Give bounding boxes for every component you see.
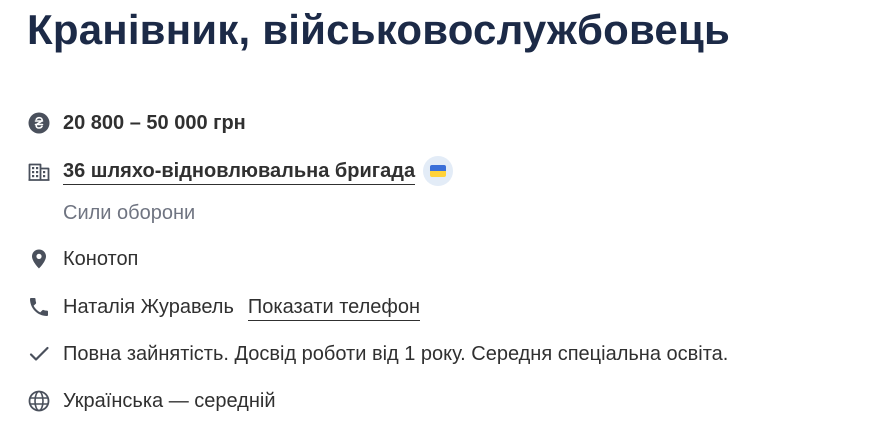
company-link[interactable]: 36 шляхо-відновлювальна бригада — [63, 158, 416, 185]
requirements-row: Повна зайнятість. Досвід роботи від 1 ро… — [27, 339, 728, 369]
language-row: Українська — середній — [27, 386, 276, 416]
verified-badge — [423, 156, 454, 186]
page-title: Кранівник, військовослужбовець — [27, 6, 731, 53]
contact-name: Наталія Журавель — [63, 296, 234, 318]
location-text: Конотоп — [63, 248, 139, 270]
contact-row: Наталія Журавель Показати телефон — [27, 292, 421, 322]
ukraine-flag-icon — [430, 165, 447, 177]
building-icon — [27, 159, 51, 183]
location-row: Конотоп — [27, 244, 138, 274]
show-phone-link[interactable]: Показати телефон — [247, 294, 421, 321]
language-text: Українська — середній — [63, 390, 276, 412]
company-row: 36 шляхо-відновлювальна бригада — [27, 156, 454, 186]
requirements-text: Повна зайнятість. Досвід роботи від 1 ро… — [63, 343, 729, 365]
salary-text: 20 800 – 50 000 грн — [63, 112, 246, 134]
location-pin-icon — [27, 247, 51, 271]
checkmark-icon — [27, 342, 51, 366]
phone-icon — [27, 295, 51, 319]
vacancy-page: Кранівник, військовослужбовець 20 800 – … — [0, 0, 878, 428]
company-subtitle: Сили оборони — [63, 202, 196, 224]
hryvnia-icon — [27, 111, 51, 135]
globe-icon — [27, 389, 51, 413]
salary-row: 20 800 – 50 000 грн — [27, 108, 246, 138]
